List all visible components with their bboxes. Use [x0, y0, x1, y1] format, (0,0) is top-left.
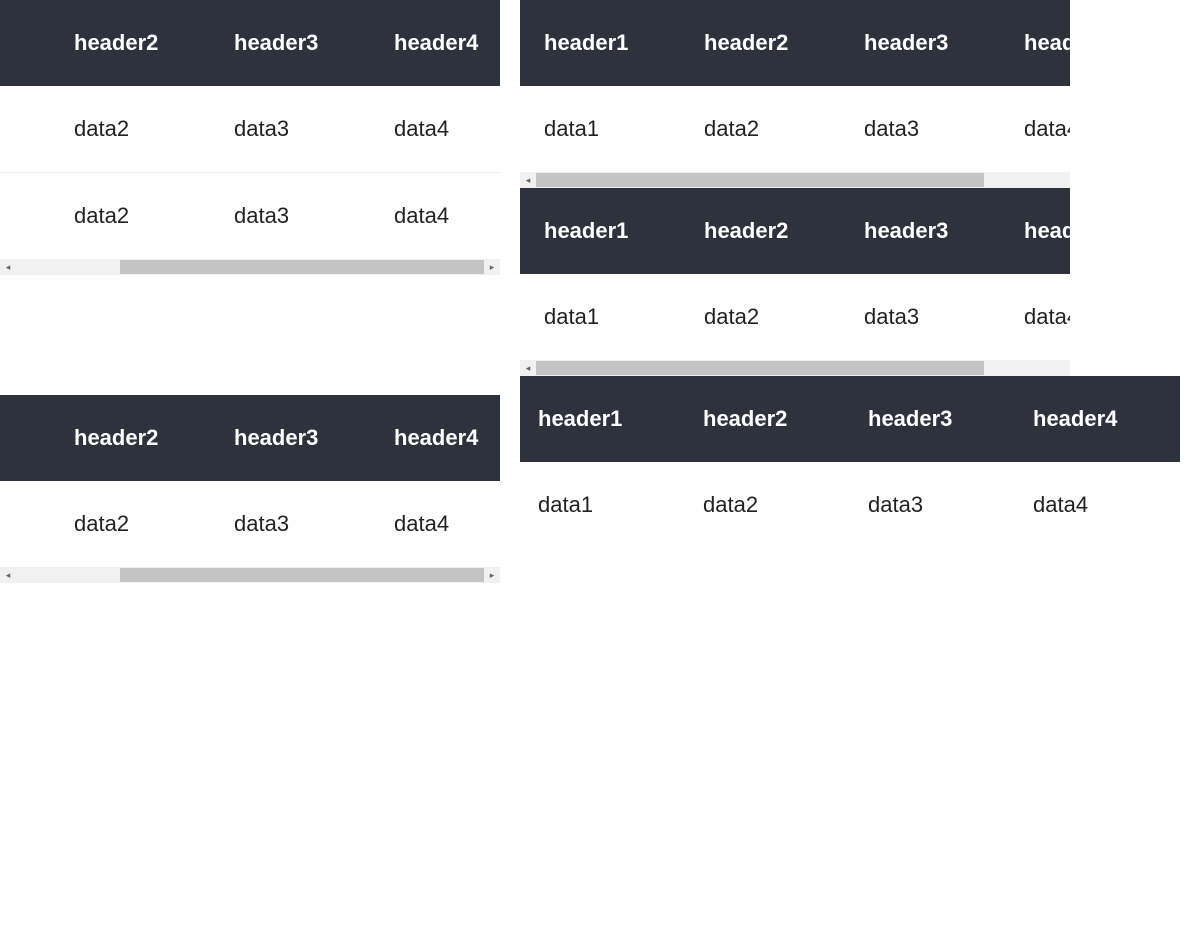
table-header-row: header1 header2 header3 header4 — [520, 188, 1070, 274]
col-header: header2 — [685, 376, 850, 462]
table-header-row: header1 header2 header3 header4 — [520, 376, 1180, 462]
scroll-left-arrow-icon[interactable]: ◂ — [520, 172, 536, 188]
table-cell: data4 — [1000, 86, 1070, 172]
scroll-thumb[interactable] — [536, 173, 984, 187]
table-cell: data2 — [50, 86, 210, 173]
scroll-right-arrow-icon[interactable]: ▸ — [484, 567, 500, 583]
col-header: header2 — [50, 0, 210, 86]
table-row: data1 data2 data3 data4 — [0, 86, 500, 173]
col-header: header4 — [1015, 376, 1180, 462]
table-cell: data4 — [370, 173, 500, 260]
col-header: header3 — [840, 188, 1000, 274]
table-header-row: header1 header2 header3 header4 — [0, 395, 500, 481]
scroll-thumb[interactable] — [120, 260, 484, 274]
table-cell: data2 — [680, 274, 840, 360]
table-cell: data2 — [50, 481, 210, 567]
table-cell: data1 — [0, 86, 50, 173]
table-cell: data3 — [850, 462, 1015, 548]
col-header: header3 — [210, 395, 370, 481]
table-panel-e: header1 header2 header3 header4 data1 da… — [520, 376, 1202, 548]
col-header: header3 — [210, 0, 370, 86]
table-cell: data4 — [370, 481, 500, 567]
table-panel-c: header1 header2 header3 header4 data1 da… — [520, 188, 1070, 376]
table-cell: data3 — [210, 481, 370, 567]
table-row: data1 data2 data3 data4 — [520, 86, 1070, 172]
scroll-thumb[interactable] — [536, 361, 984, 375]
col-header: header1 — [0, 395, 50, 481]
col-header: header4 — [1000, 188, 1070, 274]
col-header: header3 — [840, 0, 1000, 86]
table-panel-d: header1 header2 header3 header4 data1 da… — [0, 395, 500, 583]
scroll-left-arrow-icon[interactable]: ◂ — [0, 259, 16, 275]
table-cell: data3 — [840, 274, 1000, 360]
horizontal-scrollbar[interactable]: ◂ — [520, 172, 1070, 188]
table-cell: data2 — [50, 173, 210, 260]
horizontal-scrollbar[interactable]: ◂ ▸ — [0, 259, 500, 275]
table-header-row: header1 header2 header3 header4 — [0, 0, 500, 86]
table-cell: data1 — [0, 173, 50, 260]
table-cell: data3 — [210, 86, 370, 173]
table-cell: data4 — [1000, 274, 1070, 360]
table-cell: data2 — [680, 86, 840, 172]
table-d: header1 header2 header3 header4 data1 da… — [0, 395, 500, 567]
table-b: header1 header2 header3 header4 data1 da… — [520, 0, 1070, 172]
table-cell: data2 — [685, 462, 850, 548]
table-panel-a: header1 header2 header3 header4 data1 da… — [0, 0, 500, 275]
table-a-scroll[interactable]: header1 header2 header3 header4 data1 da… — [0, 0, 500, 259]
table-row: data1 data2 data3 data4 — [0, 481, 500, 567]
table-panel-b: header1 header2 header3 header4 data1 da… — [520, 0, 1070, 188]
table-c: header1 header2 header3 header4 data1 da… — [520, 188, 1070, 360]
table-b-scroll[interactable]: header1 header2 header3 header4 data1 da… — [520, 0, 1070, 172]
scroll-left-arrow-icon[interactable]: ◂ — [520, 360, 536, 376]
col-header: header2 — [680, 188, 840, 274]
table-d-scroll[interactable]: header1 header2 header3 header4 data1 da… — [0, 395, 500, 567]
horizontal-scrollbar[interactable]: ◂ — [520, 360, 1070, 376]
table-header-row: header1 header2 header3 header4 — [520, 0, 1070, 86]
table-cell: data1 — [520, 274, 680, 360]
table-c-scroll[interactable]: header1 header2 header3 header4 data1 da… — [520, 188, 1070, 360]
table-row: data1 data2 data3 data4 — [520, 274, 1070, 360]
col-header: header1 — [520, 376, 685, 462]
table-e: header1 header2 header3 header4 data1 da… — [520, 376, 1180, 548]
col-header: header1 — [520, 188, 680, 274]
table-row: data1 data2 data3 data4 — [520, 462, 1180, 548]
horizontal-scrollbar[interactable]: ◂ ▸ — [0, 567, 500, 583]
col-header: header4 — [370, 395, 500, 481]
col-header: header3 — [850, 376, 1015, 462]
table-cell: data3 — [210, 173, 370, 260]
table-cell: data4 — [370, 86, 500, 173]
table-cell: data1 — [520, 462, 685, 548]
table-row: data1 data2 data3 data4 — [0, 173, 500, 260]
table-cell: data1 — [520, 86, 680, 172]
scroll-thumb[interactable] — [120, 568, 484, 582]
col-header: header2 — [680, 0, 840, 86]
col-header: header4 — [370, 0, 500, 86]
col-header: header1 — [520, 0, 680, 86]
table-cell: data4 — [1015, 462, 1180, 548]
scroll-left-arrow-icon[interactable]: ◂ — [0, 567, 16, 583]
col-header: header4 — [1000, 0, 1070, 86]
col-header: header1 — [0, 0, 50, 86]
table-a: header1 header2 header3 header4 data1 da… — [0, 0, 500, 259]
col-header: header2 — [50, 395, 210, 481]
scroll-right-arrow-icon[interactable]: ▸ — [484, 259, 500, 275]
table-cell: data1 — [0, 481, 50, 567]
table-e-wrap: header1 header2 header3 header4 data1 da… — [520, 376, 1180, 548]
table-cell: data3 — [840, 86, 1000, 172]
